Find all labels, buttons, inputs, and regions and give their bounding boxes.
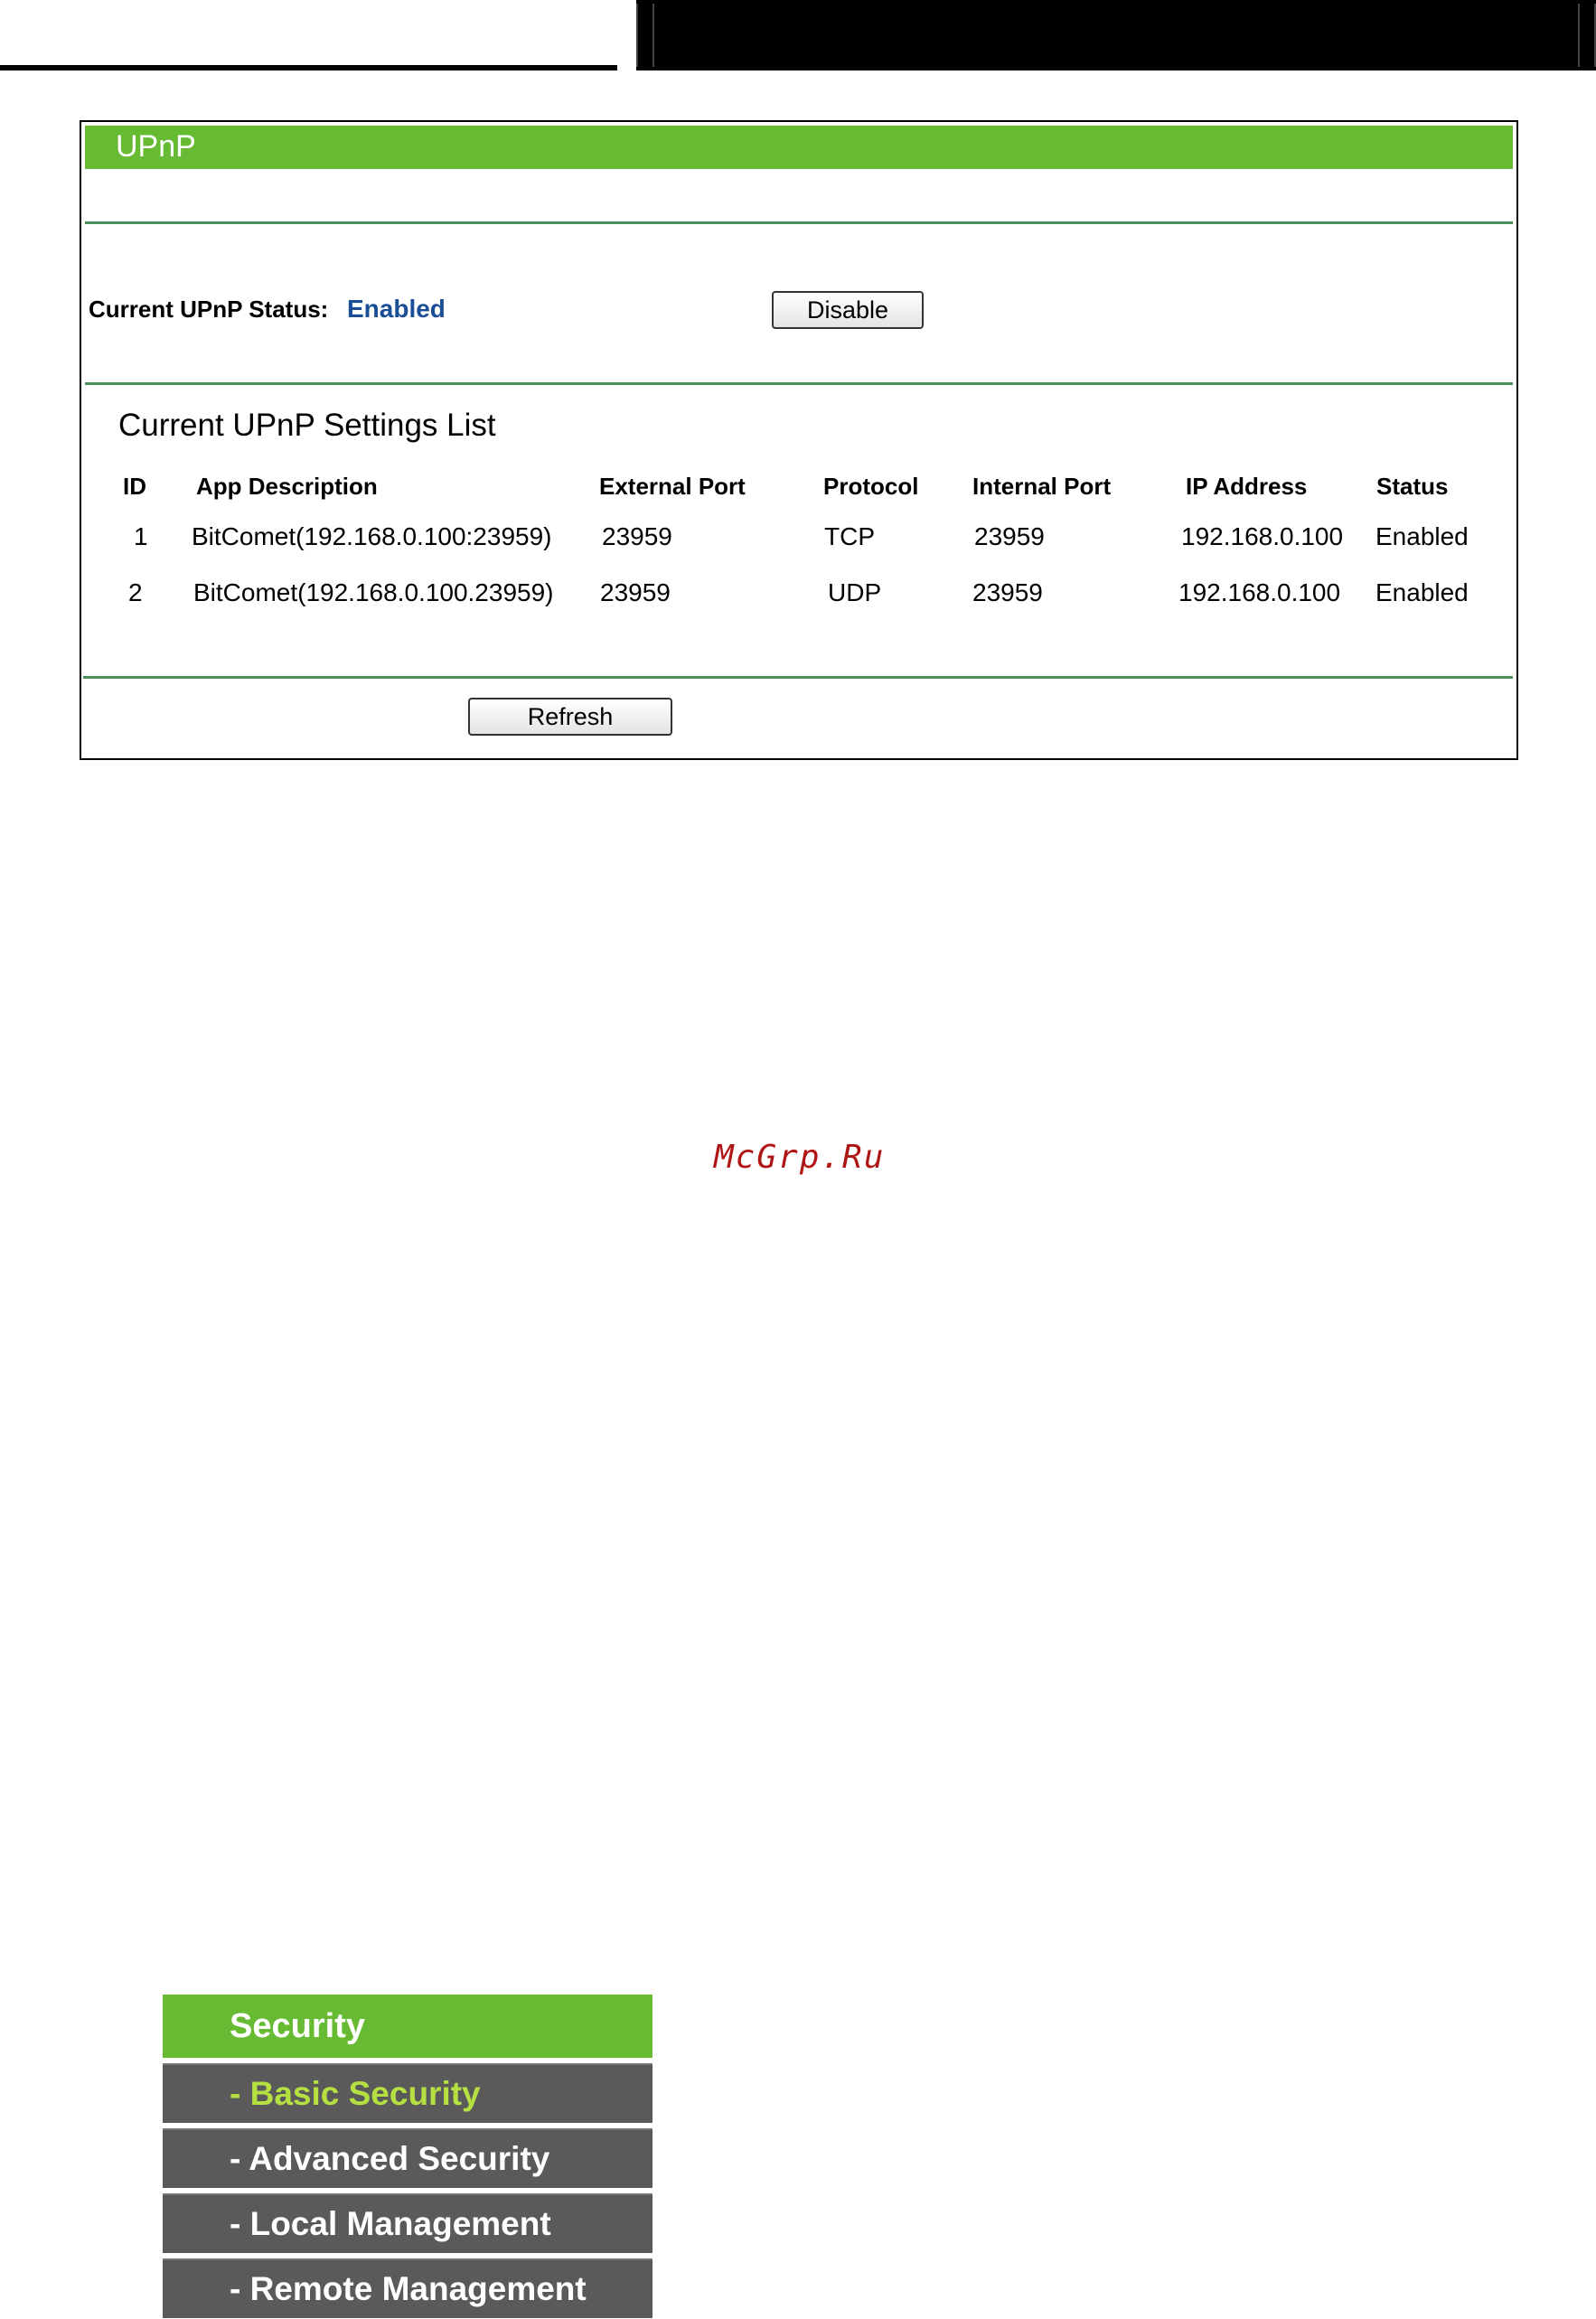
- settings-list-title: Current UPnP Settings List: [118, 408, 496, 443]
- header-bar-right: [636, 0, 1596, 70]
- column-header-ip-address: IP Address: [1186, 473, 1308, 500]
- row-external-port: 23959: [602, 522, 672, 550]
- row-app-description: BitComet(192.168.0.100.23959): [193, 578, 554, 606]
- column-header-internal-port: Internal Port: [972, 473, 1112, 500]
- security-menu: Security - Basic Security - Advanced Sec…: [163, 1995, 652, 2318]
- row-status: Enabled: [1375, 578, 1469, 606]
- menu-item-basic-security[interactable]: - Basic Security: [163, 2063, 652, 2123]
- divider-middle: [85, 382, 1513, 385]
- upnp-status-label: Current UPnP Status:: [89, 296, 329, 323]
- row-internal-port: 23959: [972, 578, 1043, 606]
- column-header-id: ID: [123, 473, 146, 500]
- divider-bottom: [83, 676, 1513, 679]
- upnp-panel-header: UPnP: [85, 126, 1513, 169]
- header-bar-notch-left: [636, 4, 654, 67]
- header-bar-left: [0, 65, 617, 70]
- header-bar-notch-right: [1578, 4, 1596, 67]
- row-external-port: 23959: [600, 578, 671, 606]
- column-header-protocol: Protocol: [823, 473, 919, 500]
- refresh-button[interactable]: Refresh: [468, 698, 672, 736]
- upnp-status-value: Enabled: [347, 295, 446, 323]
- menu-item-local-management[interactable]: - Local Management: [163, 2193, 652, 2253]
- row-protocol: UDP: [828, 578, 882, 606]
- column-header-status: Status: [1376, 473, 1449, 500]
- upnp-panel: UPnP Current UPnP Status: Enabled Disabl…: [80, 120, 1518, 760]
- divider-top: [85, 221, 1513, 224]
- row-ip-address: 192.168.0.100: [1178, 578, 1341, 606]
- column-header-external-port: External Port: [599, 473, 746, 500]
- row-id: 1: [134, 522, 148, 550]
- page-title: UPnP: [116, 129, 196, 164]
- row-id: 2: [128, 578, 143, 606]
- menu-header-security[interactable]: Security: [163, 1995, 652, 2058]
- row-status: Enabled: [1375, 522, 1469, 550]
- row-internal-port: 23959: [974, 522, 1045, 550]
- column-header-app-description: App Description: [196, 473, 378, 500]
- menu-item-remote-management[interactable]: - Remote Management: [163, 2258, 652, 2318]
- row-ip-address: 192.168.0.100: [1181, 522, 1344, 550]
- watermark: McGrp.Ru: [714, 1139, 886, 1176]
- menu-item-advanced-security[interactable]: - Advanced Security: [163, 2128, 652, 2188]
- row-protocol: TCP: [824, 522, 875, 550]
- disable-button[interactable]: Disable: [772, 291, 924, 329]
- row-app-description: BitComet(192.168.0.100:23959): [192, 522, 552, 550]
